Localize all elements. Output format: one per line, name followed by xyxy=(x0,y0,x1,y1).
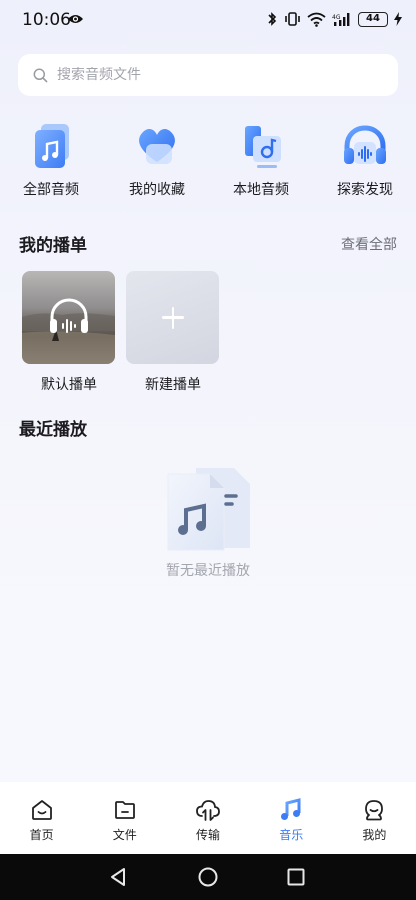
view-all-link[interactable]: 查看全部 xyxy=(341,234,397,254)
category-label: 探索发现 xyxy=(337,182,393,198)
headphones-icon xyxy=(50,298,88,333)
svg-text:4G: 4G xyxy=(332,14,341,21)
playlist-cover xyxy=(22,271,115,364)
search-icon xyxy=(33,68,48,82)
category-all-audio[interactable]: 全部音频 xyxy=(7,122,95,199)
battery-indicator: 44 xyxy=(358,11,388,27)
recent-section-title: 最近播放 xyxy=(19,420,87,440)
explore-headphones-icon xyxy=(344,125,386,164)
empty-music-file-icon xyxy=(167,468,250,551)
nav-item-home[interactable]: 首页 xyxy=(0,782,83,854)
nav-label: 文件 xyxy=(112,828,137,842)
bottom-nav: 首页 文件 传输 音乐 我的 xyxy=(0,782,416,854)
wifi-icon xyxy=(307,12,326,27)
category-local-audio[interactable]: 本地音频 xyxy=(217,122,305,199)
nav-item-files[interactable]: 文件 xyxy=(83,782,166,854)
playlist-create-new[interactable]: 新建播单 xyxy=(126,271,220,394)
nav-label: 传输 xyxy=(196,828,221,842)
nav-label: 首页 xyxy=(29,828,54,842)
playlist-label: 新建播单 xyxy=(145,377,201,393)
playlist-label: 默认播单 xyxy=(41,377,97,393)
cloud-transfer-icon xyxy=(196,800,220,821)
home-circle-icon[interactable] xyxy=(197,866,219,888)
back-icon[interactable] xyxy=(108,866,130,888)
charging-bolt-icon xyxy=(394,12,402,26)
nav-item-music[interactable]: 音乐 xyxy=(250,782,333,854)
folder-icon xyxy=(114,801,135,819)
profile-icon xyxy=(365,800,384,821)
nav-item-transfer[interactable]: 传输 xyxy=(166,782,249,854)
cellular-signal-icon: 4G xyxy=(332,12,350,26)
status-time: 10:06 xyxy=(22,10,71,30)
search-bar[interactable] xyxy=(18,54,398,96)
category-label: 我的收藏 xyxy=(129,182,185,198)
system-navigation-bar xyxy=(0,854,416,900)
local-audio-icon xyxy=(245,126,281,168)
empty-state-text: 暂无最近播放 xyxy=(166,563,250,579)
home-icon xyxy=(31,800,52,820)
category-explore[interactable]: 探索发现 xyxy=(321,122,409,199)
playlist-cover xyxy=(126,271,219,364)
all-audio-icon xyxy=(35,124,69,168)
eye-icon xyxy=(68,15,83,23)
nav-label: 音乐 xyxy=(279,828,304,842)
favorites-heart-icon xyxy=(139,128,175,164)
music-note-icon xyxy=(281,798,301,820)
bluetooth-icon xyxy=(268,12,277,26)
category-label: 本地音频 xyxy=(233,182,289,198)
vibrate-icon xyxy=(285,12,300,26)
status-icons: 4G 44 xyxy=(266,11,402,27)
nav-label: 我的 xyxy=(362,828,387,842)
playlists-section-title: 我的播单 xyxy=(19,236,87,256)
category-label: 全部音频 xyxy=(23,182,79,198)
status-bar: 10:06 4G 44 xyxy=(0,0,416,40)
recents-square-icon[interactable] xyxy=(285,866,307,888)
search-input[interactable] xyxy=(57,67,357,83)
nav-item-profile[interactable]: 我的 xyxy=(333,782,416,854)
playlist-default[interactable]: 默认播单 xyxy=(22,271,116,394)
category-favorites[interactable]: 我的收藏 xyxy=(113,122,201,199)
